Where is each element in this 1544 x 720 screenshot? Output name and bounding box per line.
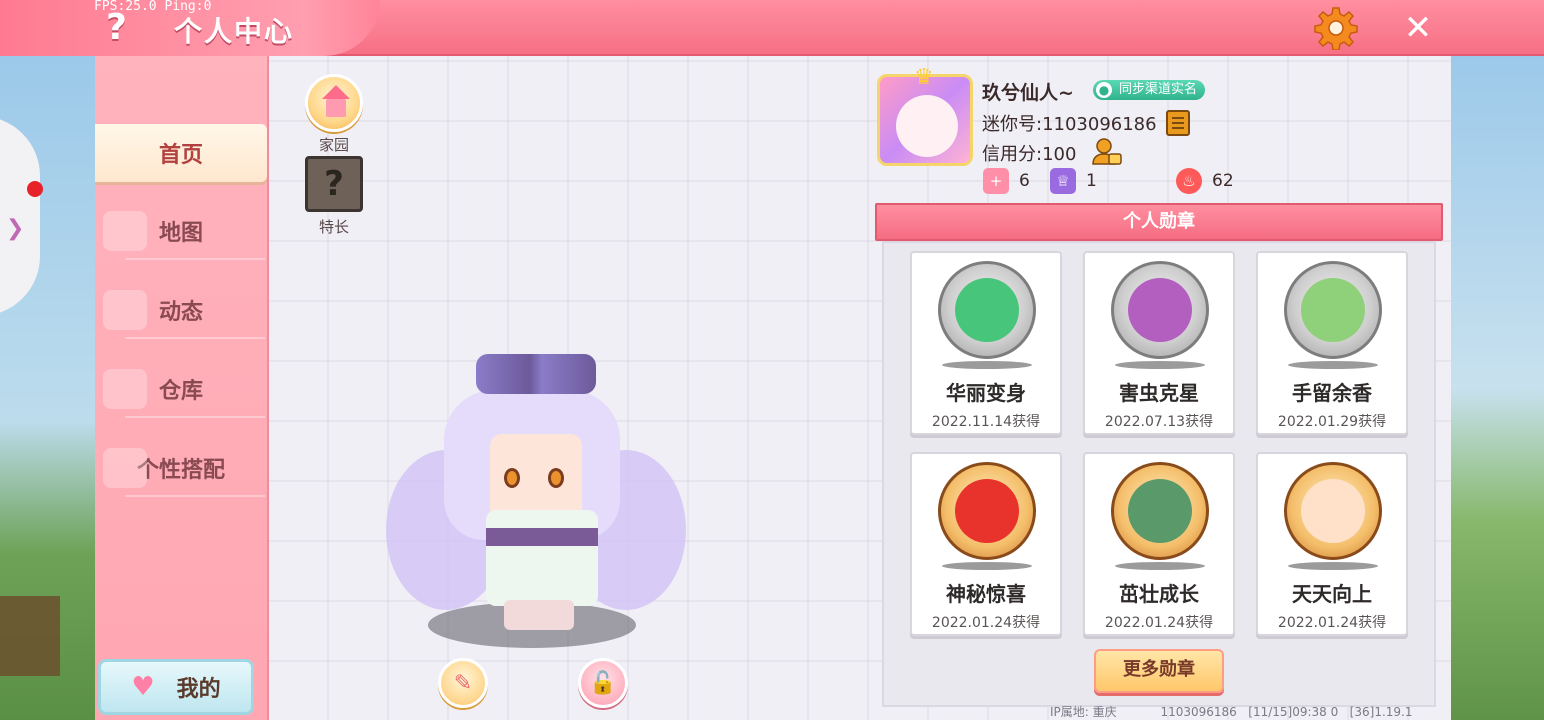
avatar[interactable]: ♛ <box>877 65 973 166</box>
sidebar-item-outfit[interactable]: 个性搭配 <box>95 439 267 497</box>
badge-card[interactable]: 害虫克星 2022.07.13获得 <box>1083 251 1235 435</box>
medal-icon <box>938 462 1036 560</box>
edit-button[interactable]: ✎ <box>438 658 488 708</box>
bell-icon <box>103 290 147 330</box>
trophy-stat: ♕ 1 <box>1050 168 1097 194</box>
medal-icon <box>1111 261 1209 359</box>
header-bar: FPS:25.0 Ping:0 ? 个人中心 ✕ <box>0 0 1544 56</box>
page-title: 个人中心 <box>174 15 295 48</box>
user-icon: ● <box>1096 82 1112 98</box>
medal-icon <box>1284 261 1382 359</box>
divider <box>125 416 265 418</box>
badge-name: 神秘惊喜 <box>946 582 1026 606</box>
credit-user-icon[interactable] <box>1092 137 1122 165</box>
lock-button[interactable]: 🔓 <box>578 658 628 708</box>
crown-icon: ♛ <box>914 65 934 90</box>
dirt-block <box>0 596 60 676</box>
sync-realname-badge[interactable]: ● 同步渠道实名 <box>1093 80 1206 100</box>
medal-icon <box>1111 462 1209 560</box>
credit-score: 信用分:100 <box>982 144 1077 165</box>
background-left: ❯ <box>0 56 95 720</box>
badge-date: 2022.01.24获得 <box>1277 615 1387 631</box>
badge-card[interactable]: 手留余香 2022.01.29获得 <box>1256 251 1408 435</box>
badge-card[interactable]: 茁壮成长 2022.01.24获得 <box>1083 452 1235 636</box>
home-label: 家园 <box>318 136 349 154</box>
warehouse-icon <box>103 369 147 409</box>
badge-card[interactable]: 天天向上 2022.01.24获得 <box>1256 452 1408 636</box>
sidebar-item-map[interactable]: 地图 <box>95 202 267 260</box>
flame-icon: ♨ <box>1176 168 1202 194</box>
outfit-icon <box>103 448 147 488</box>
badge-card[interactable]: 神秘惊喜 2022.01.24获得 <box>910 452 1062 636</box>
heart-icon: ♥ <box>131 672 155 702</box>
flag-stat: + 6 <box>983 168 1030 194</box>
gear-icon[interactable] <box>1314 6 1358 50</box>
sidebar-item-label: 个性搭配 <box>136 458 225 483</box>
badge-card[interactable]: 华丽变身 2022.11.14获得 <box>910 251 1062 435</box>
question-mark-icon: ? <box>305 156 363 212</box>
copy-icon[interactable] <box>1166 110 1190 136</box>
specialty-label: 特长 <box>318 218 349 236</box>
badge-name: 手留余香 <box>1292 381 1372 405</box>
home-button[interactable]: 家园 <box>304 74 364 155</box>
my-button-label: 我的 <box>176 677 221 702</box>
badge-name: 茁壮成长 <box>1119 582 1199 606</box>
footer-info: IP属地: 重庆 1103096186 [11/15]09:38 0 [36]1… <box>1050 703 1412 720</box>
medal-icon <box>1284 462 1382 560</box>
ip-location: IP属地: 重庆 <box>1050 705 1117 719</box>
badge-date: 2022.11.14获得 <box>931 414 1041 430</box>
sidebar-item-label: 首页 <box>158 143 203 168</box>
divider <box>125 337 265 339</box>
sidebar-item-label: 仓库 <box>158 379 203 404</box>
sidebar: 首页 地图 动态 仓库 个性搭配 <box>95 56 269 720</box>
player-name: 玖兮仙人~ <box>982 82 1074 104</box>
badge-name: 华丽变身 <box>946 381 1026 405</box>
character-avatar <box>386 350 686 650</box>
house-icon <box>305 74 363 132</box>
sidebar-item-home[interactable]: 首页 <box>95 124 267 182</box>
build-info: 1103096186 [11/15]09:38 0 [36]1.19.1 <box>1160 705 1413 719</box>
trophy-icon: ♕ <box>1050 168 1076 194</box>
badge-date: 2022.01.24获得 <box>1104 615 1214 631</box>
close-icon[interactable]: ✕ <box>1400 10 1436 46</box>
help-icon[interactable]: ? <box>106 8 138 48</box>
lock-icon: 🔓 <box>589 670 617 696</box>
badge-date: 2022.01.29获得 <box>1277 414 1387 430</box>
sidebar-item-warehouse[interactable]: 仓库 <box>95 360 267 418</box>
mini-id: 迷你号:1103096186 <box>982 114 1157 135</box>
badge-date: 2022.07.13获得 <box>1104 414 1214 430</box>
flag-icon: + <box>983 168 1009 194</box>
my-button[interactable]: ♥ 我的 <box>98 659 254 715</box>
expand-arrow-icon[interactable]: ❯ <box>6 216 24 241</box>
sidebar-item-label: 地图 <box>158 221 203 246</box>
specialty-button[interactable]: ? 特长 <box>304 156 364 237</box>
sidebar-item-activity[interactable]: 动态 <box>95 281 267 339</box>
medal-icon <box>938 261 1036 359</box>
divider <box>125 258 265 260</box>
pencil-icon: ✎ <box>453 670 473 696</box>
badge-date: 2022.01.24获得 <box>931 615 1041 631</box>
badges-header: 个人勋章 <box>875 203 1443 241</box>
more-badges-button[interactable]: 更多勋章 <box>1094 649 1224 693</box>
flame-stat: ♨ 62 <box>1176 168 1234 194</box>
badge-name: 害虫克星 <box>1119 381 1199 405</box>
badge-name: 天天向上 <box>1292 582 1372 606</box>
divider <box>125 495 265 497</box>
background-right <box>1449 56 1544 720</box>
notification-dot <box>27 181 43 197</box>
map-icon <box>103 211 147 251</box>
sidebar-item-label: 动态 <box>158 300 203 325</box>
